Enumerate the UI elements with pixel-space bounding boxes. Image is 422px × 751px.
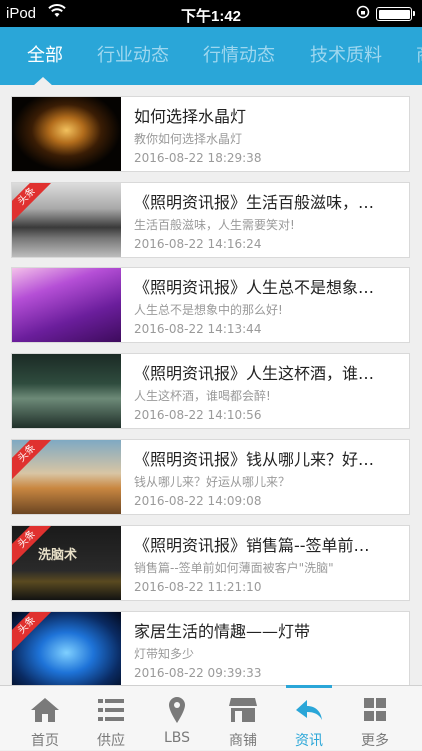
nav-news[interactable]: 资讯 [276,685,342,751]
category-tab-bar: 全部 行业动态 行情动态 技术质料 商 [0,27,422,85]
nav-lbs[interactable]: LBS [144,686,210,751]
news-item[interactable]: 《照明资讯报》人生这杯酒，谁… 人生这杯酒，谁喝都会醉! 2016-08-22 … [11,353,410,429]
news-icon [296,700,322,720]
bottom-navigation: 首页 供应 LBS 商铺 资讯 更多 [0,685,422,750]
news-date: 2016-08-22 18:29:38 [134,151,262,165]
news-item[interactable]: 洗脑术 头条 《照明资讯报》销售篇--签单前… 销售篇--签单前如何薄面被客户"… [11,525,410,601]
news-list[interactable]: 如何选择水晶灯 教你如何选择水晶灯 2016-08-22 18:29:38 头条… [0,85,422,685]
nav-shop[interactable]: 商铺 [210,686,276,751]
news-item[interactable]: 头条 《照明资讯报》生活百般滋味，… 生活百般滋味，人生需要笑对! 2016-0… [11,182,410,258]
location-pin-icon [169,697,185,723]
news-title: 《照明资讯报》生活百般滋味，… [134,193,375,212]
news-item[interactable]: 如何选择水晶灯 教你如何选择水晶灯 2016-08-22 18:29:38 [11,96,410,172]
news-thumbnail [12,268,121,342]
active-tab-indicator [33,77,53,85]
news-title: 《照明资讯报》人生这杯酒，谁… [134,364,375,383]
thumbnail-caption: 洗脑术 [38,548,78,563]
tab-more-partial[interactable]: 商 [416,27,422,85]
news-title: 《照明资讯报》销售篇--签单前… [134,536,370,555]
news-summary: 灯带知多少 [134,647,195,661]
tab-industry-news[interactable]: 行业动态 [97,27,169,85]
nav-more[interactable]: 更多 [342,686,408,751]
tab-market-news[interactable]: 行情动态 [203,27,275,85]
battery-icon [376,7,415,21]
home-icon [31,698,59,722]
news-title: 如何选择水晶灯 [134,107,247,126]
news-thumbnail: 洗脑术 头条 [12,526,121,600]
tab-technical-materials[interactable]: 技术质料 [310,27,382,85]
news-title: 家居生活的情趣——灯带 [134,622,311,641]
nav-label: 更多 [361,733,389,749]
nav-label: 资讯 [295,733,323,749]
news-title: 《照明资讯报》钱从哪儿来？好… [134,450,375,469]
nav-label: 商铺 [229,733,257,749]
news-summary: 教你如何选择水晶灯 [134,132,243,146]
nav-label: 供应 [97,733,125,749]
news-summary: 钱从哪儿来？好运从哪儿来？ [134,475,291,489]
news-thumbnail: 头条 [12,440,121,514]
news-date: 2016-08-22 11:21:10 [134,580,262,594]
list-icon [98,699,124,721]
news-date: 2016-08-22 09:39:33 [134,666,262,680]
shop-icon [229,698,257,722]
news-date: 2016-08-22 14:10:56 [134,408,262,422]
headline-badge: 头条 [12,612,53,652]
news-date: 2016-08-22 14:13:44 [134,322,262,336]
news-item[interactable]: 《照明资讯报》人生总不是想象… 人生总不是想象中的那么好! 2016-08-22… [11,267,410,343]
headline-badge: 头条 [12,440,53,480]
news-thumbnail [12,354,121,428]
headline-badge: 头条 [12,183,53,223]
nav-home[interactable]: 首页 [12,686,78,751]
news-date: 2016-08-22 14:09:08 [134,494,262,508]
status-bar: iPod 下午1:42 [0,0,422,27]
news-date: 2016-08-22 14:16:24 [134,237,262,251]
news-thumbnail [12,97,121,171]
news-title: 《照明资讯报》人生总不是想象… [134,278,375,297]
news-thumbnail: 头条 [12,183,121,257]
news-item[interactable]: 头条 《照明资讯报》钱从哪儿来？好… 钱从哪儿来？好运从哪儿来？ 2016-08… [11,439,410,515]
nav-label: 首页 [31,733,59,749]
nav-label: LBS [163,730,191,746]
news-summary: 生活百般滋味，人生需要笑对! [134,218,295,232]
rotation-lock-icon [356,5,370,22]
news-summary: 人生这杯酒，谁喝都会醉! [134,389,271,403]
news-summary: 人生总不是想象中的那么好! [134,303,283,317]
news-summary: 销售篇--签单前如何薄面被客户"洗脑" [134,561,334,575]
grid-icon [364,698,386,721]
news-item[interactable]: 头条 家居生活的情趣——灯带 灯带知多少 2016-08-22 09:39:33 [11,611,410,685]
news-thumbnail: 头条 [12,612,121,685]
nav-supply[interactable]: 供应 [78,686,144,751]
